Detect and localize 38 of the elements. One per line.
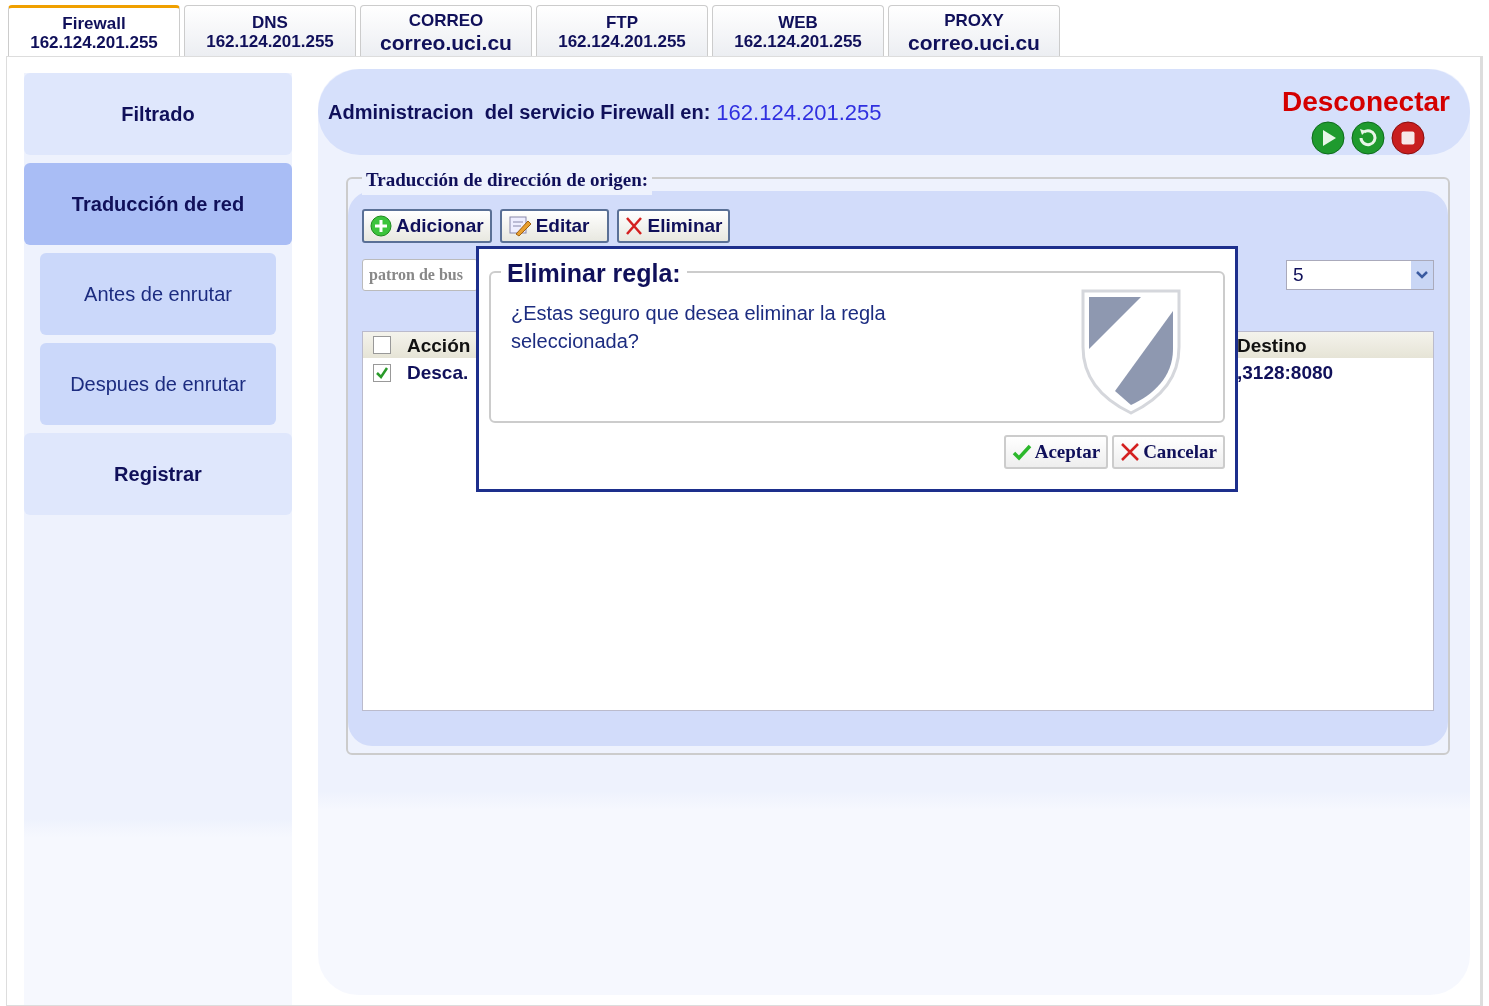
close-icon xyxy=(625,216,644,236)
stop-button[interactable] xyxy=(1390,120,1426,156)
header-title: Administracion del servicio Firewall en: xyxy=(328,100,711,125)
cancel-button[interactable]: Cancelar xyxy=(1112,435,1225,469)
refresh-button[interactable] xyxy=(1350,120,1386,156)
add-button[interactable]: Adicionar xyxy=(362,209,492,243)
server-address: 162.124.201.255 xyxy=(716,98,882,127)
dialog-message: ¿Estas seguro que desea eliminar la regla seleccionada? xyxy=(511,301,887,354)
checkbox[interactable] xyxy=(373,336,391,354)
table-cell-text: Desca. xyxy=(406,360,469,385)
sidebar-item[interactable]: Traducción de red xyxy=(24,163,292,245)
delete-button[interactable]: Eliminar xyxy=(617,209,731,243)
sidebar-item[interactable]: Antes de enrutar xyxy=(40,253,276,335)
sidebar-item[interactable]: Despues de enrutar xyxy=(40,343,276,425)
page-size-select[interactable]: 5 xyxy=(1286,260,1434,290)
checkbox[interactable] xyxy=(373,364,391,382)
plus-circle-icon xyxy=(370,215,392,237)
server-tab[interactable]: FTP 162.124.201.255 xyxy=(536,5,708,56)
play-button[interactable] xyxy=(1310,120,1346,156)
sidebar-item[interactable]: Filtrado xyxy=(24,73,292,155)
server-tab[interactable]: PROXY correo.uci.cu xyxy=(888,5,1060,56)
edit-document-icon xyxy=(507,215,532,237)
shield-icon xyxy=(1079,287,1183,415)
chevron-down-icon xyxy=(1411,261,1433,289)
accept-button[interactable]: Aceptar xyxy=(1003,435,1109,469)
server-tab[interactable]: CORREO correo.uci.cu xyxy=(360,5,532,56)
column-header[interactable]: Acción xyxy=(401,332,471,358)
server-tab[interactable]: DNS 162.124.201.255 xyxy=(184,5,356,56)
close-icon xyxy=(1120,442,1141,462)
server-tab[interactable]: Firewall 162.124.201.255 xyxy=(8,5,180,56)
column-header[interactable]: Destino xyxy=(1237,332,1433,358)
disconnect-link[interactable]: Desconectar xyxy=(1281,88,1450,116)
sidebar-item[interactable]: Registrar xyxy=(24,433,292,515)
edit-button[interactable]: Editar xyxy=(499,209,610,243)
server-tab[interactable]: WEB 162.124.201.255 xyxy=(712,5,884,56)
check-icon xyxy=(1011,443,1032,461)
search-field[interactable]: patron de bus xyxy=(362,259,478,291)
table-cell-text: ,3128:8080 xyxy=(1237,360,1335,385)
